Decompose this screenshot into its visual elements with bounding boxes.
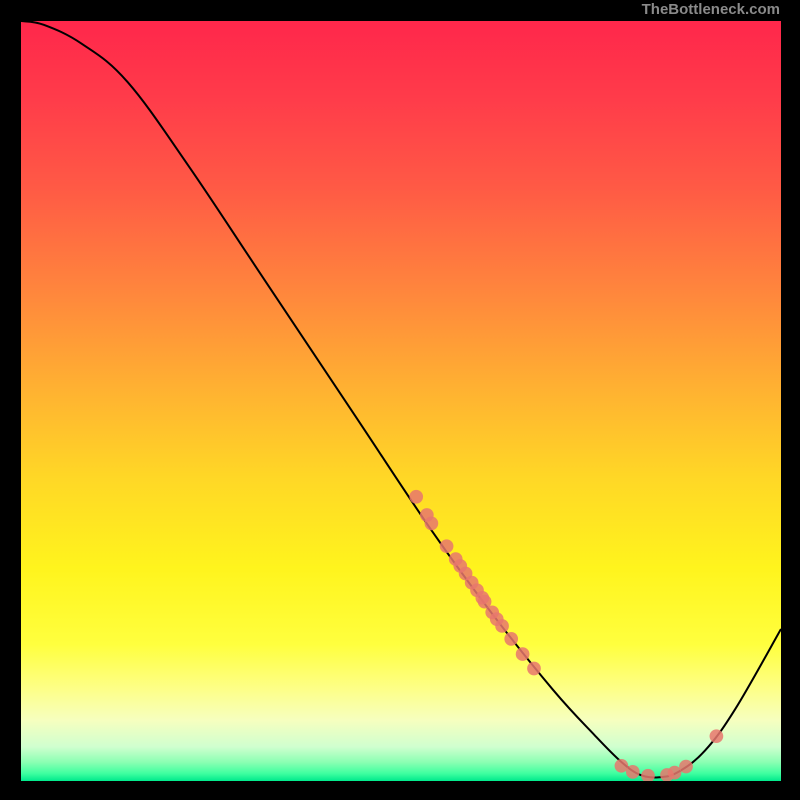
data-point <box>679 760 693 774</box>
data-point <box>409 490 423 504</box>
data-point <box>710 729 724 743</box>
data-point <box>641 769 655 781</box>
data-point <box>425 517 439 531</box>
attribution-label: TheBottleneck.com <box>642 0 780 20</box>
bottleneck-curve <box>21 21 781 777</box>
data-points <box>409 490 723 781</box>
data-point <box>440 539 454 553</box>
curve-layer <box>21 21 781 781</box>
data-point <box>516 647 530 661</box>
data-point <box>495 619 509 633</box>
plot-area <box>20 20 782 782</box>
data-point <box>527 662 541 676</box>
data-point <box>626 765 640 779</box>
chart-container: TheBottleneck.com <box>0 0 800 800</box>
data-point <box>504 632 518 646</box>
